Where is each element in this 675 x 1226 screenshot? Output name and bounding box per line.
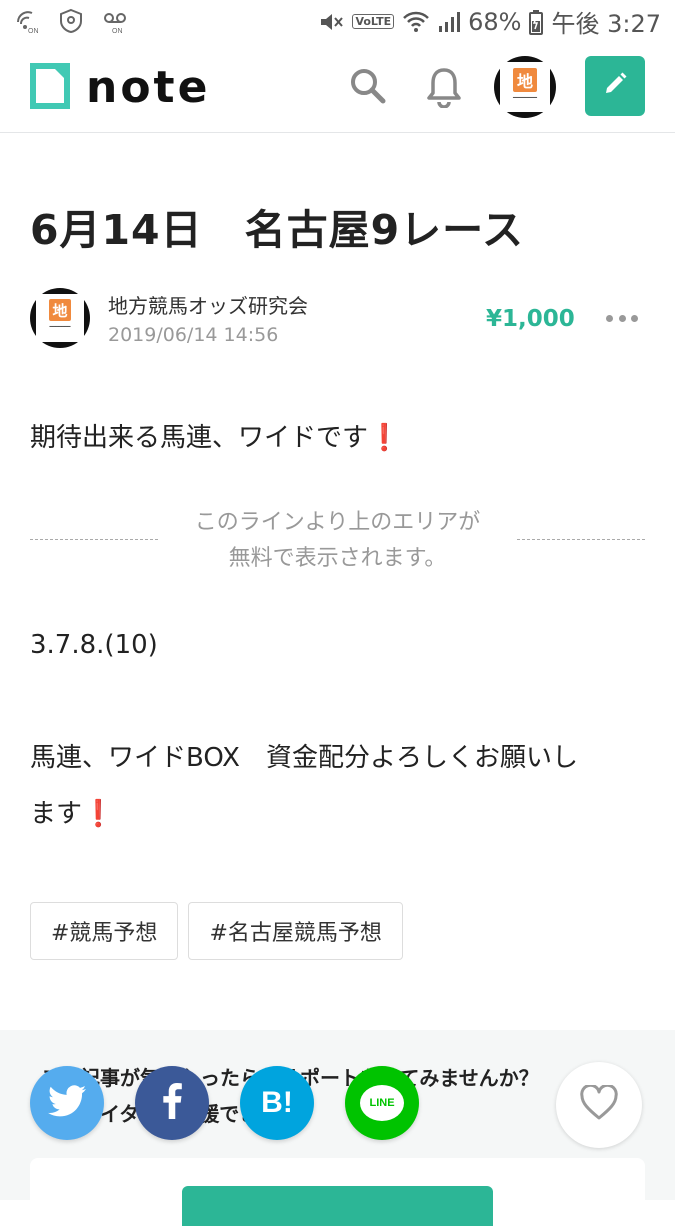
body-line-2-text: ます: [30, 799, 83, 829]
paywall-notice: このラインより上のエリアが 無料で表示されます。: [170, 505, 505, 577]
search-icon: [348, 69, 388, 110]
avatar-caption: ━━━━━━━━: [512, 95, 538, 101]
signal-icon: [438, 10, 461, 34]
article-title: 6月14日 名古屋9レース: [30, 206, 525, 254]
line-icon: LINE: [360, 1085, 404, 1121]
wifi-calling-icon: ON: [14, 8, 40, 34]
bell-icon: [424, 68, 464, 112]
status-right: VoLTE 68% 午後 3:27: [318, 4, 661, 39]
clock: 午後 3:27: [551, 10, 661, 38]
svg-text:ON: ON: [112, 28, 123, 34]
body-line-1: 馬連、ワイドBOX 資金配分よろしくお願いし: [30, 743, 578, 773]
hashtag-nagoya-keiba-yosou[interactable]: #名古屋競馬予想: [188, 902, 403, 960]
twitter-bird-icon: [48, 1085, 86, 1121]
user-avatar-button[interactable]: 地 ━━━━━━━━: [494, 56, 556, 118]
author-avatar-char: 地: [49, 299, 71, 321]
battery-percent: 68%: [468, 7, 522, 36]
note-logo[interactable]: note: [30, 63, 210, 113]
search-button[interactable]: [348, 66, 388, 110]
volte-badge: VoLTE: [352, 14, 395, 29]
share-line-button[interactable]: LINE: [345, 1066, 419, 1140]
battery-charging-icon: [529, 9, 544, 35]
like-button[interactable]: [556, 1062, 642, 1148]
mute-icon: [318, 9, 344, 35]
author-row: 地 ━━━━━━━ 地方競馬オッズ研究会 2019/06/14 14:56 ¥1…: [30, 288, 645, 352]
status-left-icons: ON ON: [14, 8, 128, 34]
hatena-bookmark-icon: B!: [261, 1086, 293, 1119]
avatar: 地 ━━━━━━━━: [500, 62, 550, 112]
line-label: LINE: [369, 1097, 395, 1109]
exclamation-emoji: ❗: [368, 423, 401, 453]
more-options-icon[interactable]: [606, 306, 638, 330]
author-avatar-caption: ━━━━━━━: [49, 324, 71, 330]
paywall-dashed-line-right: [517, 539, 645, 540]
author-avatar[interactable]: 地 ━━━━━━━: [30, 288, 90, 348]
shield-icon: [58, 8, 84, 34]
intro-paragraph: 期待出来る馬連、ワイドです❗: [30, 410, 400, 466]
note-logo-icon: [30, 63, 70, 113]
intro-text: 期待出来る馬連、ワイドです: [30, 423, 369, 453]
share-facebook-button[interactable]: [135, 1066, 209, 1140]
logo-text: note: [86, 62, 211, 113]
support-card: [30, 1158, 645, 1226]
hashtag-keiba-yosou[interactable]: #競馬予想: [30, 902, 179, 960]
article-price: ¥1,000: [486, 306, 575, 332]
paywall-dashed-line-left: [30, 539, 158, 540]
status-bar: ON ON VoLTE 68% 午後 3:27: [0, 0, 675, 44]
wifi-icon: [402, 10, 430, 34]
notification-button[interactable]: [424, 66, 464, 112]
share-hatena-button[interactable]: B!: [240, 1066, 314, 1140]
avatar-char: 地: [513, 68, 537, 92]
support-message-line1: この記事が気に入ったら、サポートをしてみませんか？: [40, 1060, 640, 1096]
paywall-notice-line1: このラインより上のエリアが: [194, 510, 481, 535]
support-button[interactable]: [182, 1186, 493, 1226]
share-twitter-button[interactable]: [30, 1066, 104, 1140]
write-post-button[interactable]: [585, 56, 645, 116]
app-header: note 地 ━━━━━━━━: [0, 44, 675, 133]
support-message: この記事が気に入ったら、サポートをしてみませんか？ クリエイターを支援できます。: [40, 1060, 640, 1132]
support-message-line2: クリエイターを支援できます。: [40, 1096, 640, 1132]
paywall-divider: このラインより上のエリアが 無料で表示されます。: [30, 505, 645, 577]
horse-numbers: 3.7.8.(10): [30, 630, 158, 660]
paywall-notice-line2: 無料で表示されます。: [228, 546, 447, 571]
edit-pencil-icon: [602, 71, 628, 101]
svg-text:ON: ON: [28, 28, 39, 34]
body-paragraph: 馬連、ワイドBOX 資金配分よろしくお願いし ます❗: [30, 730, 645, 842]
facebook-f-icon: [162, 1083, 182, 1123]
post-date: 2019/06/14 14:56: [108, 324, 279, 346]
author-avatar-image: 地 ━━━━━━━: [36, 294, 84, 342]
hashtag-list: #競馬予想 #名古屋競馬予想: [30, 902, 403, 960]
voicemail-icon: ON: [102, 8, 128, 34]
exclamation-emoji-2: ❗: [82, 799, 115, 829]
body-line-2: ます❗: [30, 786, 645, 842]
heart-icon: [579, 1083, 619, 1125]
author-name[interactable]: 地方競馬オッズ研究会: [108, 290, 308, 319]
